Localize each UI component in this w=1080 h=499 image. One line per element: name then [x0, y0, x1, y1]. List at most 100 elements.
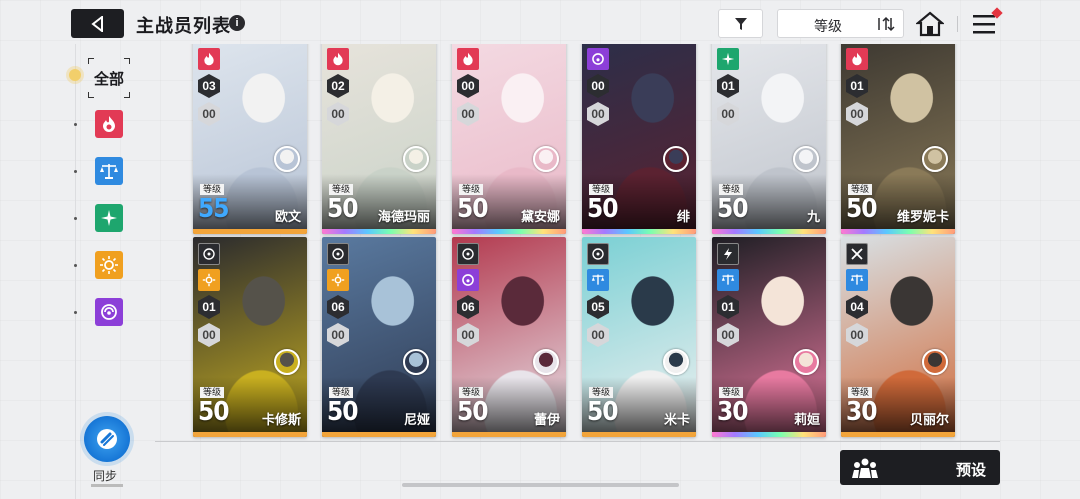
role-icon [846, 243, 868, 265]
back-arrow-icon [90, 15, 103, 32]
filter-burn-button[interactable] [95, 110, 123, 138]
character-name: 绯 [676, 209, 690, 224]
partner-avatar [663, 349, 689, 375]
spark-icon [101, 210, 117, 226]
scales-icon [100, 164, 118, 179]
chaos-element-icon [587, 48, 609, 70]
level-value: 50 [327, 397, 359, 427]
partner-avatar [922, 349, 948, 375]
rarity-strip [841, 229, 955, 234]
filter-all-button[interactable]: 全部 [88, 58, 130, 98]
character-card[interactable]: 01 00 等级 50 九 [712, 44, 826, 234]
sync-button[interactable] [84, 416, 130, 462]
burn-element-icon [457, 48, 479, 70]
role-icon [327, 243, 349, 265]
character-card[interactable]: 06 00 等级 50 蕾伊 [452, 237, 566, 437]
character-card[interactable]: 01 00 等级 50 卡修斯 [193, 237, 307, 437]
character-card[interactable]: 04 00 等级 30 贝丽尔 [841, 237, 955, 437]
order-element-icon [587, 269, 609, 291]
sidebar-dot [74, 170, 77, 173]
level-value: 50 [717, 194, 749, 224]
preset-label: 预设 [955, 462, 986, 479]
burn-icon [103, 116, 115, 132]
partner-avatar [274, 349, 300, 375]
chaos-element-icon [457, 269, 479, 291]
character-card[interactable]: 06 00 等级 50 尼娅 [322, 237, 436, 437]
sidebar-dot [74, 264, 77, 267]
burn-element-icon [327, 48, 349, 70]
rarity-strip [712, 432, 826, 437]
filter-heat-button[interactable] [95, 251, 123, 279]
partner-avatar [922, 146, 948, 172]
burn-element-icon [846, 48, 868, 70]
partner-avatar [793, 349, 819, 375]
funnel-icon [734, 17, 747, 30]
level-value: 30 [846, 397, 878, 427]
home-button[interactable] [914, 10, 946, 38]
level-value: 50 [587, 194, 619, 224]
corner-bracket [124, 58, 130, 64]
partner-avatar [274, 146, 300, 172]
order-element-icon [846, 269, 868, 291]
filter-chaos-button[interactable] [95, 298, 123, 326]
partner-avatar [403, 349, 429, 375]
rarity-strip [193, 229, 307, 234]
vortex-icon [101, 304, 117, 320]
character-name: 欧文 [274, 209, 301, 224]
character-card[interactable]: 00 00 等级 50 黛安娜 [452, 44, 566, 234]
character-card[interactable]: 03 00 等级 55 欧文 [193, 44, 307, 234]
sidebar-dot [74, 311, 77, 314]
sidebar-divider [75, 44, 76, 499]
character-card[interactable]: 05 00 等级 50 米卡 [582, 237, 696, 437]
filter-button[interactable] [718, 9, 763, 38]
rarity-strip [322, 432, 436, 437]
partner-avatar [403, 146, 429, 172]
back-button[interactable] [71, 9, 124, 38]
home-icon [914, 11, 946, 37]
partner-avatar [533, 349, 559, 375]
selected-indicator [69, 69, 81, 81]
rarity-strip [452, 229, 566, 234]
filter-spectre-button[interactable] [95, 204, 123, 232]
preset-button[interactable]: 预设 [840, 450, 1000, 485]
corner-bracket [124, 92, 130, 98]
order-element-icon [717, 269, 739, 291]
character-name: 蕾伊 [533, 412, 560, 427]
corner-bracket [88, 58, 94, 64]
sort-order-toggle[interactable] [875, 14, 897, 34]
character-card[interactable]: 01 00 等级 50 维罗妮卡 [841, 44, 955, 234]
character-grid[interactable]: 03 00 等级 55 欧文 02 00 等级 50 海德玛丽 00 00 等级 50 黛安娜 00 00 等级 5… [155, 44, 1000, 442]
level-value: 30 [717, 397, 749, 427]
role-icon [457, 243, 479, 265]
grid-bottom-divider [155, 441, 1000, 442]
spectre-element-icon [717, 48, 739, 70]
partner-avatar [533, 146, 559, 172]
role-icon [717, 243, 739, 265]
heat-element-icon [198, 269, 220, 291]
horizontal-scrollbar[interactable] [402, 483, 679, 487]
sort-dropdown[interactable]: 等级 [777, 9, 904, 38]
character-card[interactable]: 02 00 等级 50 海德玛丽 [322, 44, 436, 234]
character-name: 贝丽尔 [909, 412, 949, 427]
character-name: 海德玛丽 [377, 209, 430, 224]
filter-order-button[interactable] [95, 157, 123, 185]
level-value: 55 [198, 194, 230, 224]
character-name: 尼娅 [403, 412, 430, 427]
toolbar-divider [957, 16, 958, 32]
character-card[interactable]: 00 00 等级 50 绯 [582, 44, 696, 234]
sun-icon [100, 256, 118, 274]
character-name: 九 [806, 209, 820, 224]
sync-label: 同步 [93, 469, 118, 483]
character-name: 米卡 [663, 412, 690, 427]
sort-order-icon [878, 16, 895, 32]
character-name: 莉姮 [793, 412, 820, 427]
sidebar-dot [74, 123, 77, 126]
info-icon[interactable]: i [229, 15, 245, 31]
level-value: 50 [457, 194, 489, 224]
rarity-strip [582, 229, 696, 234]
rarity-strip [582, 432, 696, 437]
character-card[interactable]: 01 00 等级 30 莉姮 [712, 237, 826, 437]
character-name: 黛安娜 [520, 209, 560, 224]
filter-all-label: 全部 [93, 70, 124, 88]
rarity-strip [452, 432, 566, 437]
